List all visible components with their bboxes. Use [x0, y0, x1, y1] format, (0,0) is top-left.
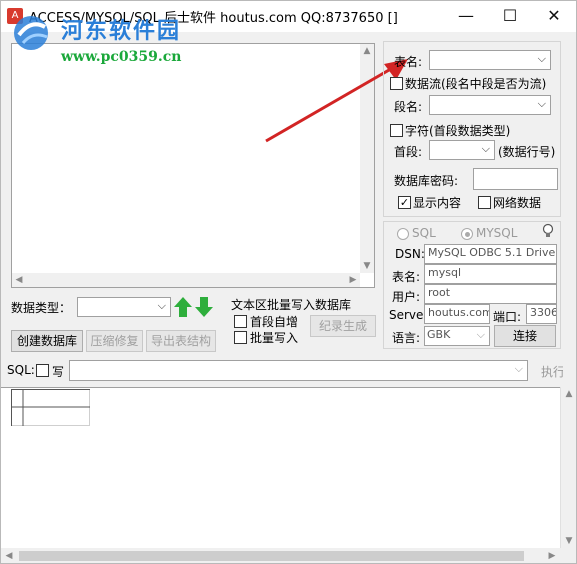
- move-up-down-arrows-icon[interactable]: [173, 296, 215, 318]
- compress-repair-button[interactable]: 压缩修复: [86, 330, 143, 352]
- server-input[interactable]: houtus.com: [424, 304, 490, 324]
- lightbulb-icon[interactable]: [542, 223, 554, 239]
- first-field-label: 首段:: [394, 145, 423, 159]
- sql-input[interactable]: ⌵: [69, 360, 528, 381]
- write-checkbox[interactable]: [36, 364, 49, 377]
- table-name-label: 表名:: [394, 55, 423, 69]
- field-name-select[interactable]: ⌵: [429, 95, 551, 115]
- conn-table-input[interactable]: mysql: [424, 264, 557, 284]
- scroll-down-icon[interactable]: ▼: [561, 534, 576, 548]
- minimize-button[interactable]: —: [444, 1, 488, 31]
- data-type-label: 数据类型：: [11, 301, 72, 315]
- port-label: 端口:: [493, 310, 522, 324]
- chevron-down-icon: ⌵: [537, 97, 546, 110]
- sql-radio[interactable]: [397, 228, 409, 240]
- sql-radio-label: SQL: [412, 226, 436, 240]
- editor-horizontal-scrollbar[interactable]: ◀ ▶: [12, 273, 360, 287]
- export-schema-button[interactable]: 导出表结构: [146, 330, 216, 352]
- grid-scroll-thumb[interactable]: [19, 551, 524, 561]
- batch-write-title: 文本区批量写入数据库: [231, 298, 352, 312]
- chevron-down-icon: ⌵: [157, 299, 166, 312]
- scroll-left-icon[interactable]: ◀: [12, 273, 26, 287]
- chevron-down-icon: ⌵: [476, 328, 485, 341]
- row-number-label: (数据行号): [498, 145, 556, 159]
- sql-bar-label: SQL:: [7, 363, 35, 377]
- watermark-logo-icon: [14, 16, 48, 50]
- dsn-label: DSN:: [395, 247, 425, 261]
- connect-button[interactable]: 连接: [494, 325, 556, 347]
- db-password-label: 数据库密码:: [394, 174, 459, 188]
- scroll-up-icon[interactable]: ▲: [561, 387, 576, 401]
- first-field-auto-checkbox[interactable]: [234, 315, 247, 328]
- chevron-down-icon: ⌵: [537, 52, 546, 65]
- watermark-url: www.pc0359.cn: [61, 49, 182, 65]
- conn-table-label: 表名:: [392, 270, 421, 284]
- table-name-select[interactable]: ⌵: [429, 50, 551, 70]
- batch-write-label: 批量写入: [250, 331, 299, 345]
- dataflow-label: 数据流(段名中段是否为流): [405, 77, 547, 91]
- language-select[interactable]: GBK ⌵: [424, 326, 490, 346]
- write-label: 写: [52, 365, 65, 379]
- string-type-checkbox[interactable]: [390, 124, 403, 137]
- field-name-label: 段名:: [394, 100, 423, 114]
- data-type-select[interactable]: ⌵: [77, 297, 171, 317]
- network-data-checkbox[interactable]: [478, 196, 491, 209]
- network-data-label: 网络数据: [493, 196, 542, 210]
- data-grid[interactable]: [1, 387, 560, 548]
- user-label: 用户:: [392, 290, 421, 304]
- watermark-name: 河东软件园: [61, 19, 182, 44]
- show-content-checkbox[interactable]: ✓: [398, 196, 411, 209]
- first-field-select[interactable]: ⌵: [429, 140, 495, 160]
- scroll-right-icon[interactable]: ▶: [346, 273, 360, 287]
- grid-vertical-scrollbar[interactable]: ▲ ▼: [560, 387, 576, 548]
- mysql-radio-label: MYSQL: [476, 226, 518, 240]
- chevron-down-icon: ⌵: [481, 142, 490, 155]
- language-label: 语言:: [392, 331, 421, 345]
- dataflow-checkbox[interactable]: [390, 77, 403, 90]
- chevron-down-icon: ⌵: [514, 362, 523, 375]
- execute-button[interactable]: 执行: [541, 363, 563, 380]
- db-password-input[interactable]: [473, 168, 558, 190]
- show-content-label: 显示内容: [413, 196, 462, 210]
- scroll-right-icon[interactable]: ▶: [545, 549, 559, 563]
- maximize-button[interactable]: ☐: [488, 1, 532, 31]
- app-window: A ACCESS/MYSQL/SQL 后士软件 houtus.com QQ:87…: [0, 0, 577, 564]
- create-database-button[interactable]: 创建数据库: [11, 330, 83, 352]
- scroll-left-icon[interactable]: ◀: [2, 549, 16, 563]
- grid-cells: [11, 389, 90, 426]
- first-field-auto-label: 首段自增: [250, 315, 299, 329]
- batch-write-checkbox[interactable]: [234, 331, 247, 344]
- user-input[interactable]: root: [424, 284, 557, 304]
- scroll-down-icon[interactable]: ▼: [360, 259, 374, 273]
- scrollbar-corner: [560, 548, 576, 563]
- close-button[interactable]: ✕: [532, 1, 576, 31]
- dsn-input[interactable]: MySQL ODBC 5.1 Driver: [424, 244, 557, 264]
- mysql-radio[interactable]: [461, 228, 473, 240]
- port-input[interactable]: 3306: [526, 304, 557, 324]
- string-type-label: 字符(首段数据类型): [405, 124, 511, 138]
- generate-records-button[interactable]: 纪录生成: [310, 315, 376, 337]
